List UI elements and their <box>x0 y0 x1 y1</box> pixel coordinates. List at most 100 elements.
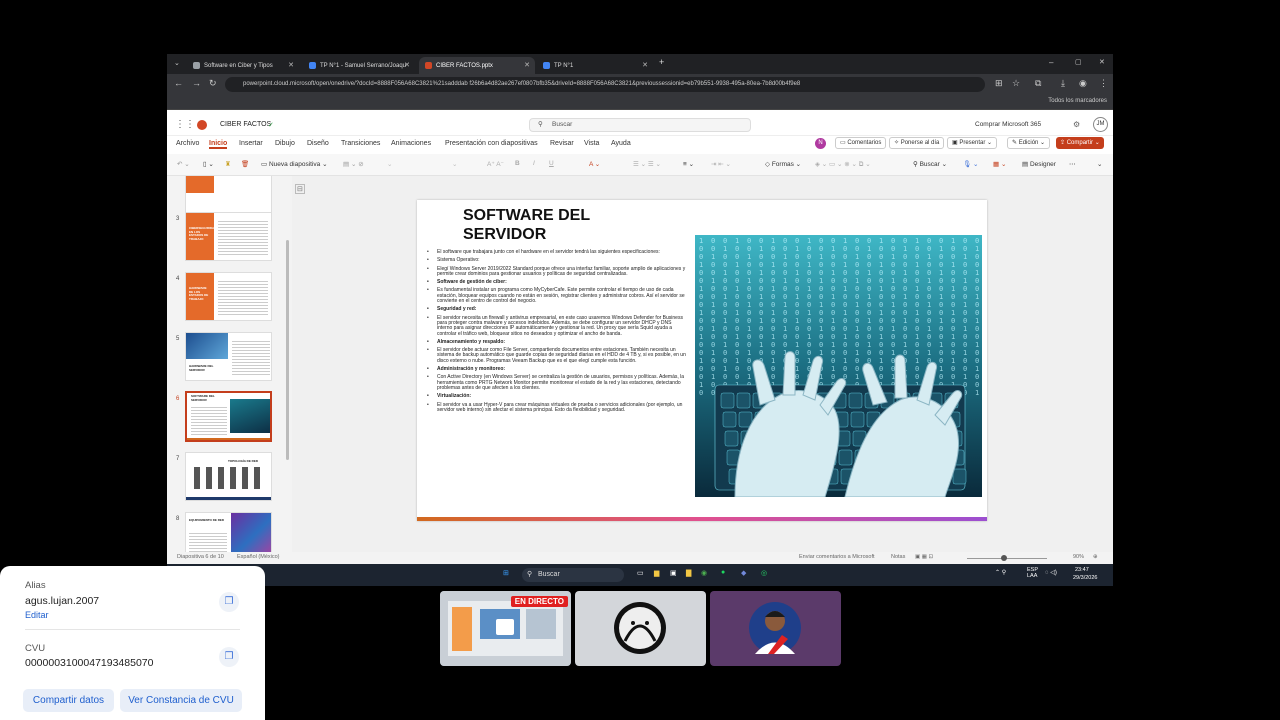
dictate-icon[interactable]: 🎙 ⌄ <box>963 160 979 168</box>
expand-panel-icon[interactable]: ⊟ <box>295 184 305 194</box>
tab-presentacion[interactable]: Presentación con diapositivas <box>445 140 538 147</box>
layout-icon[interactable]: ▤ ⌄ ⊘ <box>343 160 364 168</box>
collapse-ribbon-icon[interactable]: ⌄ <box>1097 160 1102 168</box>
editing-button[interactable]: ✎ Edición ⌄ <box>1007 137 1051 149</box>
search-box[interactable]: ⚲ Buscar <box>529 118 751 132</box>
zoom-level[interactable]: 90% <box>1073 554 1084 560</box>
copy-icon[interactable]: ❐ <box>219 647 239 667</box>
participant-tile-3[interactable] <box>710 591 841 666</box>
tab-insertar[interactable]: Insertar <box>239 140 263 147</box>
download-icon[interactable]: ⤓ <box>1061 78 1065 89</box>
fit-slide-icon[interactable]: ⊕ <box>1093 554 1098 560</box>
avatar[interactable]: JM <box>1093 117 1108 132</box>
tab-tp1[interactable]: TP N°1 ✕ <box>537 57 653 74</box>
spotify-icon[interactable]: ● <box>721 569 725 576</box>
tray-icons[interactable]: ⌃ ⚲ <box>995 569 1006 576</box>
store-icon[interactable]: ▣ <box>670 569 677 577</box>
profile-icon[interactable]: ◉ <box>1079 78 1087 89</box>
whatsapp-icon[interactable]: ◎ <box>761 569 767 577</box>
file-explorer-icon[interactable]: ▆ <box>654 569 659 577</box>
task-view-icon[interactable]: ▭ <box>637 569 644 577</box>
share-button[interactable]: ⇪ Compartir ⌄ <box>1056 137 1104 149</box>
close-icon[interactable]: ✕ <box>524 61 530 69</box>
close-icon[interactable]: ✕ <box>288 61 294 69</box>
menu-icon[interactable]: ⋮ <box>1099 78 1108 89</box>
tab-archivo[interactable]: Archivo <box>176 140 199 147</box>
format-painter-icon[interactable]: ♜ <box>225 160 231 168</box>
tab-inicio[interactable]: Inicio <box>209 140 228 149</box>
bold-icon[interactable]: B <box>515 160 520 167</box>
back-icon[interactable]: ← <box>174 78 183 88</box>
share-data-button[interactable]: Compartir datos <box>23 689 114 712</box>
current-slide[interactable]: SOFTWARE DEL SERVIDOR El software que tr… <box>417 200 987 521</box>
screen-share-tile[interactable]: EN DIRECTO <box>440 591 571 666</box>
feedback-link[interactable]: Enviar comentarios a Microsoft <box>799 554 875 560</box>
minimize-icon[interactable]: – <box>1049 58 1053 67</box>
indent-icon[interactable]: ⇥ ⇤ ⌄ <box>711 160 731 168</box>
translate-icon[interactable]: ⊞ <box>995 78 1003 89</box>
bullets-icon[interactable]: ☰ ⌄ ☰ ⌄ <box>633 160 661 168</box>
network-icon[interactable]: ◌ ◁) <box>1045 569 1057 576</box>
tab-diseno[interactable]: Diseño <box>307 140 329 147</box>
addins-icon[interactable]: ▦ ⌄ <box>993 160 1006 168</box>
close-icon[interactable]: ✕ <box>404 61 410 69</box>
undo-icon[interactable]: ↶ ⌄ <box>177 160 190 168</box>
slide-title[interactable]: SOFTWARE DEL SERVIDOR <box>463 206 663 244</box>
fill-icon[interactable]: ◈ ⌄ ▭ ⌄ ⊗ ⌄ ⧉ ⌄ <box>815 160 871 169</box>
all-bookmarks-link[interactable]: Todos los marcadores <box>1048 98 1107 104</box>
new-slide-button[interactable]: ▭ Nueva diapositiva ⌄ <box>261 160 328 168</box>
thumbnails-scrollbar[interactable] <box>286 240 289 460</box>
font-color-icon[interactable]: A ⌄ <box>589 160 600 168</box>
tab-revisar[interactable]: Revisar <box>550 140 574 147</box>
tab-ayuda[interactable]: Ayuda <box>611 140 631 147</box>
folder-icon[interactable]: ▇ <box>686 569 691 577</box>
tab-tp1-samuel[interactable]: TP N°1 - Samuel Serrano/Joaqu ✕ <box>303 57 415 74</box>
new-tab-button[interactable]: + <box>659 57 664 67</box>
taskbar-search[interactable]: ⚲ Buscar <box>522 568 624 582</box>
catchup-button[interactable]: ✧ Ponerse al día <box>889 137 945 149</box>
font-size-box[interactable]: ⌄ <box>452 160 457 168</box>
more-icon[interactable]: ⋯ <box>1069 160 1076 168</box>
slide-body-text[interactable]: El software que trabajara junto con el h… <box>425 249 687 416</box>
copy-icon[interactable]: ❐ <box>219 592 239 612</box>
edit-alias-link[interactable]: Editar <box>25 610 49 620</box>
extensions-icon[interactable]: ⧉ <box>1035 78 1041 89</box>
slide-thumb-5[interactable]: HARDWARE DEL SERVIDOR <box>185 332 272 381</box>
discord-icon[interactable]: ◆ <box>741 569 746 577</box>
underline-icon[interactable]: U <box>549 160 554 167</box>
designer-button[interactable]: ▤ Designer <box>1022 160 1056 168</box>
slide-thumb-4[interactable]: HARDWARE DE LOS ESTADOS DE TRABAJO <box>185 272 272 321</box>
chrome-icon[interactable]: ◉ <box>701 569 707 577</box>
slide-thumb-7[interactable]: TOPOLOGÍA DE RED <box>185 452 272 501</box>
align-icon[interactable]: ≡ ⌄ <box>683 160 694 168</box>
tab-dibujo[interactable]: Dibujo <box>275 140 295 147</box>
slide-thumb-8[interactable]: EQUIPAMIENTO DE RED <box>185 512 272 552</box>
tab-transiciones[interactable]: Transiciones <box>341 140 380 147</box>
notes-button[interactable]: Notas <box>891 554 905 560</box>
tab-software-ciber[interactable]: Software en Ciber y Tipos ✕ <box>187 57 299 74</box>
view-normal-icon[interactable]: ▣ ▦ ⊡ <box>915 554 933 560</box>
participant-tile-2[interactable] <box>575 591 706 666</box>
window-close-icon[interactable]: ✕ <box>1099 58 1105 66</box>
italic-icon[interactable]: I <box>533 160 535 167</box>
start-icon[interactable]: ⊞ <box>503 569 509 577</box>
tab-search-icon[interactable]: ⌄ <box>174 59 180 67</box>
bookmark-star-icon[interactable]: ☆ <box>1012 78 1020 89</box>
settings-icon[interactable]: ⚙ <box>1073 120 1080 129</box>
copilot-icon[interactable]: N <box>815 138 826 149</box>
keyboard-hands-image[interactable]: 1001001001001001001001000010010010010010… <box>695 235 982 497</box>
find-button[interactable]: ⚲ Buscar ⌄ <box>913 160 947 168</box>
shapes-button[interactable]: ◇ Formas ⌄ <box>765 160 801 168</box>
cvu-certificate-button[interactable]: Ver Constancia de CVU <box>120 689 242 712</box>
tab-animaciones[interactable]: Animaciones <box>391 140 431 147</box>
font-grow-icon[interactable]: A⁺ A⁻ <box>487 160 504 168</box>
zoom-handle[interactable] <box>1001 555 1007 561</box>
app-launcher-icon[interactable]: ⋮⋮ <box>175 119 195 130</box>
buy-m365-link[interactable]: Comprar Microsoft 365 <box>975 121 1041 128</box>
paste-icon[interactable]: ▯ ⌄ <box>203 160 214 168</box>
zoom-slider[interactable] <box>967 558 1047 559</box>
document-name[interactable]: CIBER FACTOS <box>220 121 271 128</box>
url-bar[interactable]: powerpoint.cloud.microsoft/open/onedrive… <box>225 77 985 92</box>
language-indicator[interactable]: Español (México) <box>237 554 280 560</box>
forward-icon[interactable]: → <box>192 78 201 88</box>
